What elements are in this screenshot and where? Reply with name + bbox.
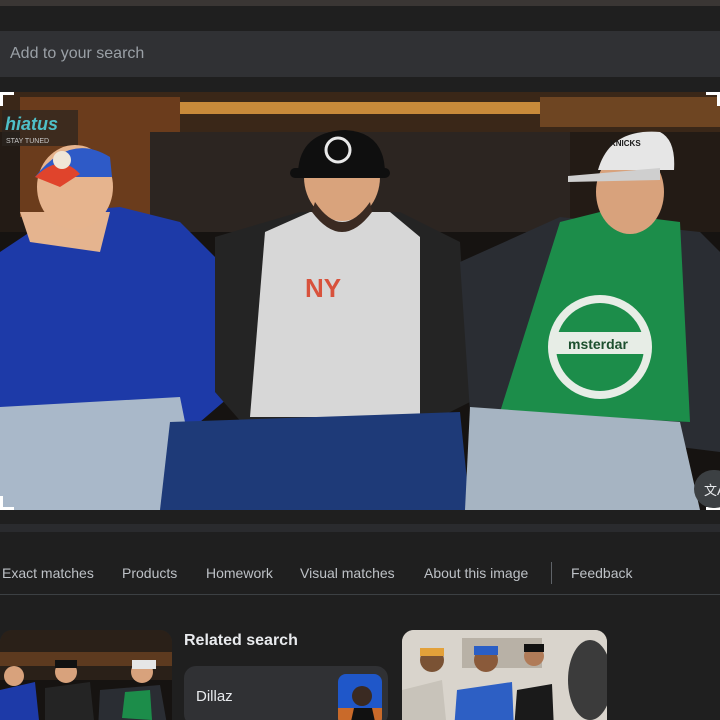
- related-search-chip[interactable]: Dillaz: [184, 666, 388, 720]
- search-input[interactable]: [0, 31, 720, 77]
- related-search-label: Dillaz: [196, 688, 233, 705]
- watermark-tagline: STAY TUNED: [6, 138, 49, 145]
- crop-handle-bottom-left[interactable]: [0, 496, 14, 510]
- translate-icon: 文A: [704, 482, 720, 498]
- selected-image[interactable]: hiatus STAY TUNED NY msterdar KNICKS: [0, 92, 720, 510]
- shirt-text: NY: [305, 273, 341, 303]
- watermark-logo: hiatus STAY TUNED: [2, 110, 78, 146]
- result-tabs: Exact matches Products Homework Visual m…: [0, 558, 720, 588]
- result-image-2: [402, 630, 607, 720]
- tab-homework[interactable]: Homework: [206, 558, 273, 588]
- result-thumbnail-1[interactable]: [0, 630, 172, 720]
- tshirt-text: msterdar: [568, 336, 628, 352]
- tabs-divider: [0, 594, 720, 595]
- cap-text: KNICKS: [610, 139, 641, 148]
- image-content: hiatus STAY TUNED NY msterdar KNICKS: [0, 92, 720, 510]
- tab-exact-matches[interactable]: Exact matches: [2, 558, 94, 588]
- divider-bar: [0, 524, 720, 532]
- lamp-light: [180, 102, 540, 114]
- result-image-1: [0, 630, 172, 720]
- tab-separator: [551, 562, 552, 584]
- watermark-text: hiatus: [5, 114, 58, 134]
- search-bar[interactable]: [0, 31, 720, 77]
- crop-handle-top-right[interactable]: [706, 92, 720, 106]
- result-thumbnail-2[interactable]: [402, 630, 607, 720]
- wooden-wall: [540, 97, 720, 127]
- crop-handle-top-left[interactable]: [0, 92, 14, 106]
- top-strip: [0, 0, 720, 6]
- tab-about-this-image[interactable]: About this image: [424, 558, 528, 588]
- tab-products[interactable]: Products: [122, 558, 177, 588]
- related-search-title: Related search: [184, 632, 298, 649]
- related-search-thumbnail: [338, 674, 382, 720]
- tab-feedback[interactable]: Feedback: [571, 558, 632, 588]
- tab-visual-matches[interactable]: Visual matches: [300, 558, 395, 588]
